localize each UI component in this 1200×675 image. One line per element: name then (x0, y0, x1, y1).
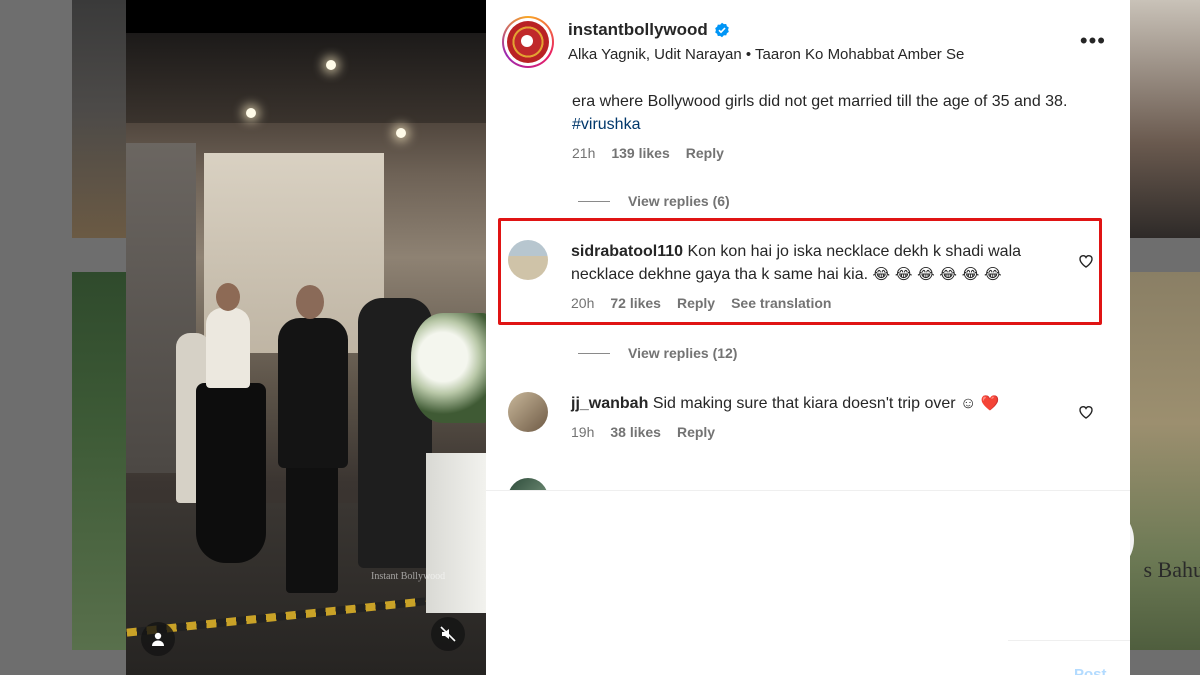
divider (486, 490, 1130, 491)
background-caption: s Bahu (1143, 557, 1200, 582)
more-options-button[interactable]: ••• (1080, 28, 1106, 54)
comment-item: era where Bollywood girls did not get ma… (572, 90, 1092, 161)
background-post-thumbnail (72, 0, 126, 238)
emoji-text: ❤️ (980, 394, 1000, 412)
verified-badge-icon (714, 22, 729, 38)
speaker-muted-icon (440, 626, 456, 642)
commenter-username[interactable]: jj_wanbah (571, 395, 648, 412)
commenter-avatar[interactable] (508, 478, 548, 490)
commenter-avatar[interactable] (508, 240, 548, 280)
hashtag-link[interactable]: #virushka (572, 116, 640, 133)
audio-attribution[interactable]: Alka Yagnik, Udit Narayan • Taaron Ko Mo… (568, 46, 964, 63)
emoji-text: 😂 😂 😂 😂 😂 😂 (872, 265, 1002, 283)
comment-likes[interactable]: 139 likes (611, 145, 669, 161)
comment-time: 20h (571, 295, 595, 311)
comment-text: sidrabatool110 Kon kon hai jo iska neckl… (571, 243, 1022, 283)
reply-button[interactable]: Reply (677, 424, 715, 440)
view-replies-button[interactable]: View replies (12) (578, 345, 737, 361)
background-post-thumbnail (72, 272, 126, 650)
comment-likes[interactable]: 38 likes (610, 424, 661, 440)
tagged-users-button[interactable] (141, 622, 175, 656)
profile-avatar[interactable] (502, 16, 554, 68)
username-text[interactable]: instantbollywood (568, 20, 708, 40)
commenter-username[interactable]: sidrabatool110 (571, 243, 683, 260)
mute-toggle-button[interactable] (431, 617, 465, 651)
comment-text: era where Bollywood girls did not get ma… (572, 93, 1068, 133)
commenter-avatar[interactable] (508, 392, 548, 432)
like-heart-icon[interactable] (1078, 253, 1094, 269)
divider (1008, 640, 1130, 641)
user-icon (152, 632, 164, 646)
brand-logo-icon (507, 21, 549, 63)
comment-meta: 20h 72 likes Reply See translation (571, 295, 1071, 311)
divider (578, 200, 610, 202)
post-details-panel: instantbollywood Alka Yagnik, Udit Naray… (486, 0, 1130, 675)
background-post-thumbnail: s Bahu (1130, 272, 1200, 650)
see-translation-button[interactable]: See translation (731, 295, 831, 311)
like-heart-icon[interactable] (1078, 404, 1094, 420)
reply-button[interactable]: Reply (686, 145, 724, 161)
comment-likes[interactable]: 72 likes (610, 295, 661, 311)
comment-text: jj_wanbah Sid making sure that kiara doe… (571, 394, 1000, 412)
video-frame: Instant Bollywood (126, 33, 486, 675)
comments-list: era where Bollywood girls did not get ma… (486, 86, 1130, 490)
post-header: instantbollywood Alka Yagnik, Udit Naray… (486, 0, 1130, 86)
comment-time: 21h (572, 145, 596, 161)
post-video[interactable]: Instant Bollywood (126, 0, 486, 675)
post-username[interactable]: instantbollywood (568, 20, 730, 40)
comment-meta: 19h 38 likes Reply (571, 424, 1071, 440)
divider (578, 352, 610, 354)
view-replies-button[interactable]: View replies (6) (578, 193, 730, 209)
video-watermark: Instant Bollywood (371, 571, 446, 582)
comment-time: 19h (571, 424, 595, 440)
reply-button[interactable]: Reply (677, 295, 715, 311)
background-post-thumbnail (1130, 0, 1200, 238)
comment-meta: 21h 139 likes Reply (572, 145, 1092, 161)
post-comment-button[interactable]: Post (1074, 666, 1107, 675)
